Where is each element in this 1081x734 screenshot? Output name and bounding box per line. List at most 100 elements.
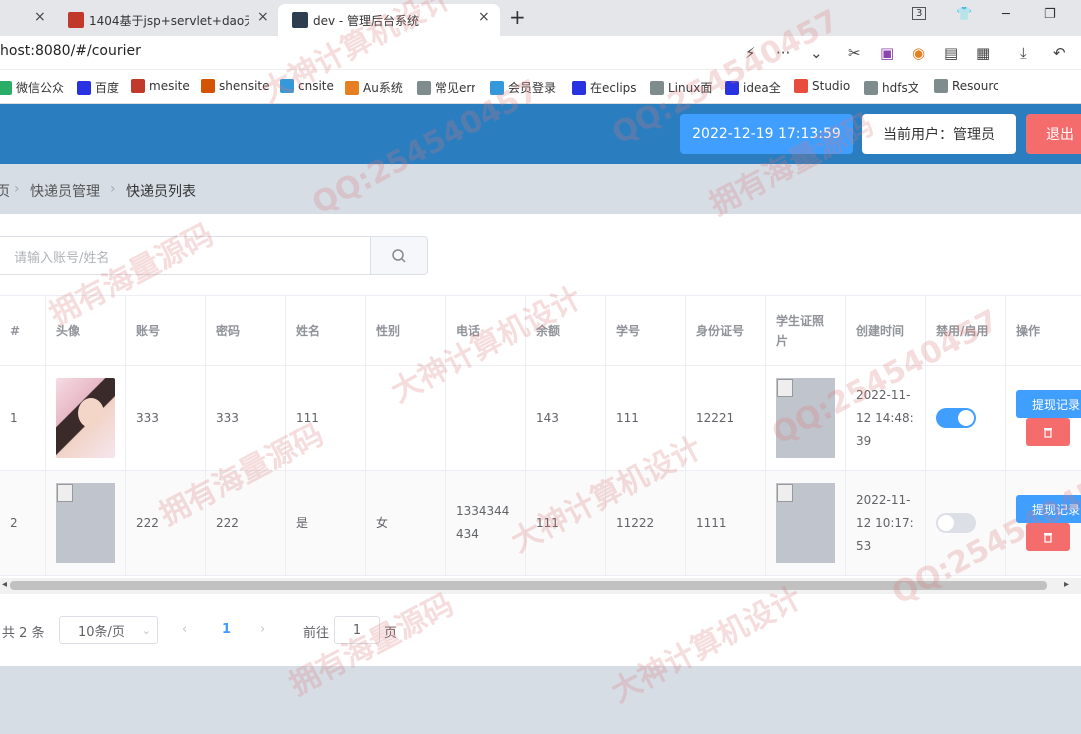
cell-name: 是	[286, 471, 366, 576]
logout-button[interactable]: 退出	[1026, 114, 1081, 154]
baidu-icon	[572, 80, 586, 95]
browser-tab-dev[interactable]: dev - 管理后台系统	[278, 4, 500, 36]
cell-index: 2	[0, 471, 46, 576]
goto-page-input[interactable]: 1	[334, 616, 380, 644]
lightning-icon[interactable]: ⚡	[745, 44, 756, 62]
gamepad-icon[interactable]: ◉	[912, 44, 925, 62]
bookmark-item[interactable]: 百度	[77, 79, 119, 96]
chevron-down-icon: ⌄	[141, 623, 151, 637]
tab-count-badge[interactable]: 3	[912, 7, 927, 20]
site-favicon-icon	[68, 12, 84, 28]
browser-tab-jsp[interactable]: 1404基于jsp+servlet+dao无	[66, 4, 276, 36]
tab-title: dev - 管理后台系统	[313, 13, 420, 28]
chevron-down-icon[interactable]: ⌄	[810, 44, 823, 62]
url-input[interactable]: host:8080/#/courier	[0, 43, 141, 59]
cloud-icon	[490, 80, 504, 95]
address-bar: host:8080/#/courier ⚡ ··· ⌄ ✂ ▣ ◉ ▤ ▦ ⤓ …	[0, 36, 1081, 70]
enable-switch[interactable]	[936, 408, 976, 428]
site-icon	[794, 79, 808, 93]
scissors-icon[interactable]: ✂	[848, 44, 861, 62]
goto-suffix: 页	[384, 626, 398, 641]
cell-phone: 1334344434	[446, 471, 526, 576]
column-header: 密码	[206, 295, 286, 366]
bookmark-item[interactable]: Linux面	[650, 79, 712, 96]
cell-id-no: 12221	[686, 366, 766, 471]
bookmark-item[interactable]: Studio	[794, 79, 850, 93]
bookmark-item[interactable]: 常见err	[417, 79, 475, 96]
column-header: 创建时间	[846, 295, 926, 366]
cell-created: 2022-11-12 14:48:39	[846, 366, 926, 471]
switch-knob	[938, 515, 954, 531]
bookmark-item[interactable]: hdfs文	[864, 79, 918, 96]
cell-student-card	[766, 366, 846, 471]
search-button[interactable]	[370, 236, 428, 275]
column-header: 学生证照片	[766, 295, 846, 366]
undo-icon[interactable]: ↶	[1053, 44, 1066, 62]
minimize-icon[interactable]: ─	[1002, 7, 1010, 22]
baidu-icon	[77, 80, 91, 95]
cell-toggle	[926, 471, 1006, 576]
new-tab-button[interactable]: +	[509, 5, 526, 29]
apps-grid-icon[interactable]: ▦	[976, 44, 990, 62]
avatar	[56, 378, 115, 458]
book-icon[interactable]: ▤	[944, 44, 958, 62]
tab-close-icon[interactable]: ×	[34, 9, 46, 25]
column-header: 性别	[366, 295, 446, 366]
withdraw-record-button[interactable]: 提现记录	[1016, 495, 1081, 523]
tab-close-icon[interactable]: ×	[257, 9, 269, 25]
globe-icon	[934, 79, 948, 93]
tab-close-icon[interactable]: ×	[478, 9, 490, 25]
delete-button[interactable]	[1026, 418, 1070, 446]
breadcrumb-courier-manage[interactable]: 快递员管理	[30, 181, 100, 201]
prev-page-icon[interactable]: ‹	[182, 622, 187, 637]
cell-id-no: 1111	[686, 471, 766, 576]
delete-button[interactable]	[1026, 523, 1070, 551]
site-icon	[201, 79, 215, 93]
bookmark-item[interactable]: Au系统	[345, 79, 403, 96]
translate-icon[interactable]: ▣	[880, 44, 894, 62]
enable-switch[interactable]	[936, 513, 976, 533]
search-input[interactable]: 请输入账号/姓名	[0, 236, 371, 275]
bookmark-item[interactable]: mesite	[131, 79, 190, 93]
scroll-left-icon[interactable]: ◂	[2, 579, 7, 590]
bookmark-item[interactable]: Resourc	[934, 79, 998, 93]
bookmark-item[interactable]: idea全	[725, 79, 781, 96]
column-header: #	[0, 295, 46, 366]
scroll-right-icon[interactable]: ▸	[1064, 579, 1069, 590]
goto-label: 前往	[303, 626, 330, 641]
globe-icon	[864, 80, 878, 95]
more-icon[interactable]: ···	[776, 44, 790, 62]
broken-image-icon	[776, 483, 835, 563]
column-header: 头像	[46, 295, 126, 366]
breadcrumb-home[interactable]: 页	[0, 181, 10, 201]
cell-gender	[366, 366, 446, 471]
download-icon[interactable]: ⤓	[1020, 44, 1027, 62]
withdraw-record-button[interactable]: 提现记录	[1016, 390, 1081, 418]
page-size-select[interactable]: 10条/页 ⌄	[59, 616, 158, 644]
maximize-icon[interactable]: ❐	[1044, 7, 1056, 22]
cell-gender: 女	[366, 471, 446, 576]
cell-created: 2022-11-12 10:17:53	[846, 471, 926, 576]
cell-avatar	[46, 471, 126, 576]
bookmark-item[interactable]: shensite	[201, 79, 270, 93]
bookmark-item[interactable]: 微信公众	[0, 79, 64, 96]
next-page-icon[interactable]: ›	[260, 622, 265, 637]
site-icon	[345, 80, 359, 95]
vue-favicon-icon	[292, 12, 308, 28]
broken-image-icon	[56, 483, 115, 563]
bookmark-item[interactable]: cnsite	[280, 79, 334, 93]
horizontal-scrollbar[interactable]: ◂ ▸	[0, 578, 1081, 594]
scrollbar-thumb[interactable]	[10, 581, 1047, 590]
breadcrumb-current: 快递员列表	[126, 184, 196, 200]
cell-student-card	[766, 471, 846, 576]
page-number-current[interactable]: 1	[222, 622, 231, 637]
cell-account: 222	[126, 471, 206, 576]
baidu-icon	[725, 80, 739, 95]
cell-index: 1	[0, 366, 46, 471]
column-header: 账号	[126, 295, 206, 366]
cell-password: 222	[206, 471, 286, 576]
bookmark-item[interactable]: 在eclips	[572, 79, 637, 96]
shirt-icon[interactable]: 👕	[956, 7, 972, 22]
breadcrumb-separator: ›	[14, 181, 20, 197]
bookmark-item[interactable]: 会员登录	[490, 79, 556, 96]
